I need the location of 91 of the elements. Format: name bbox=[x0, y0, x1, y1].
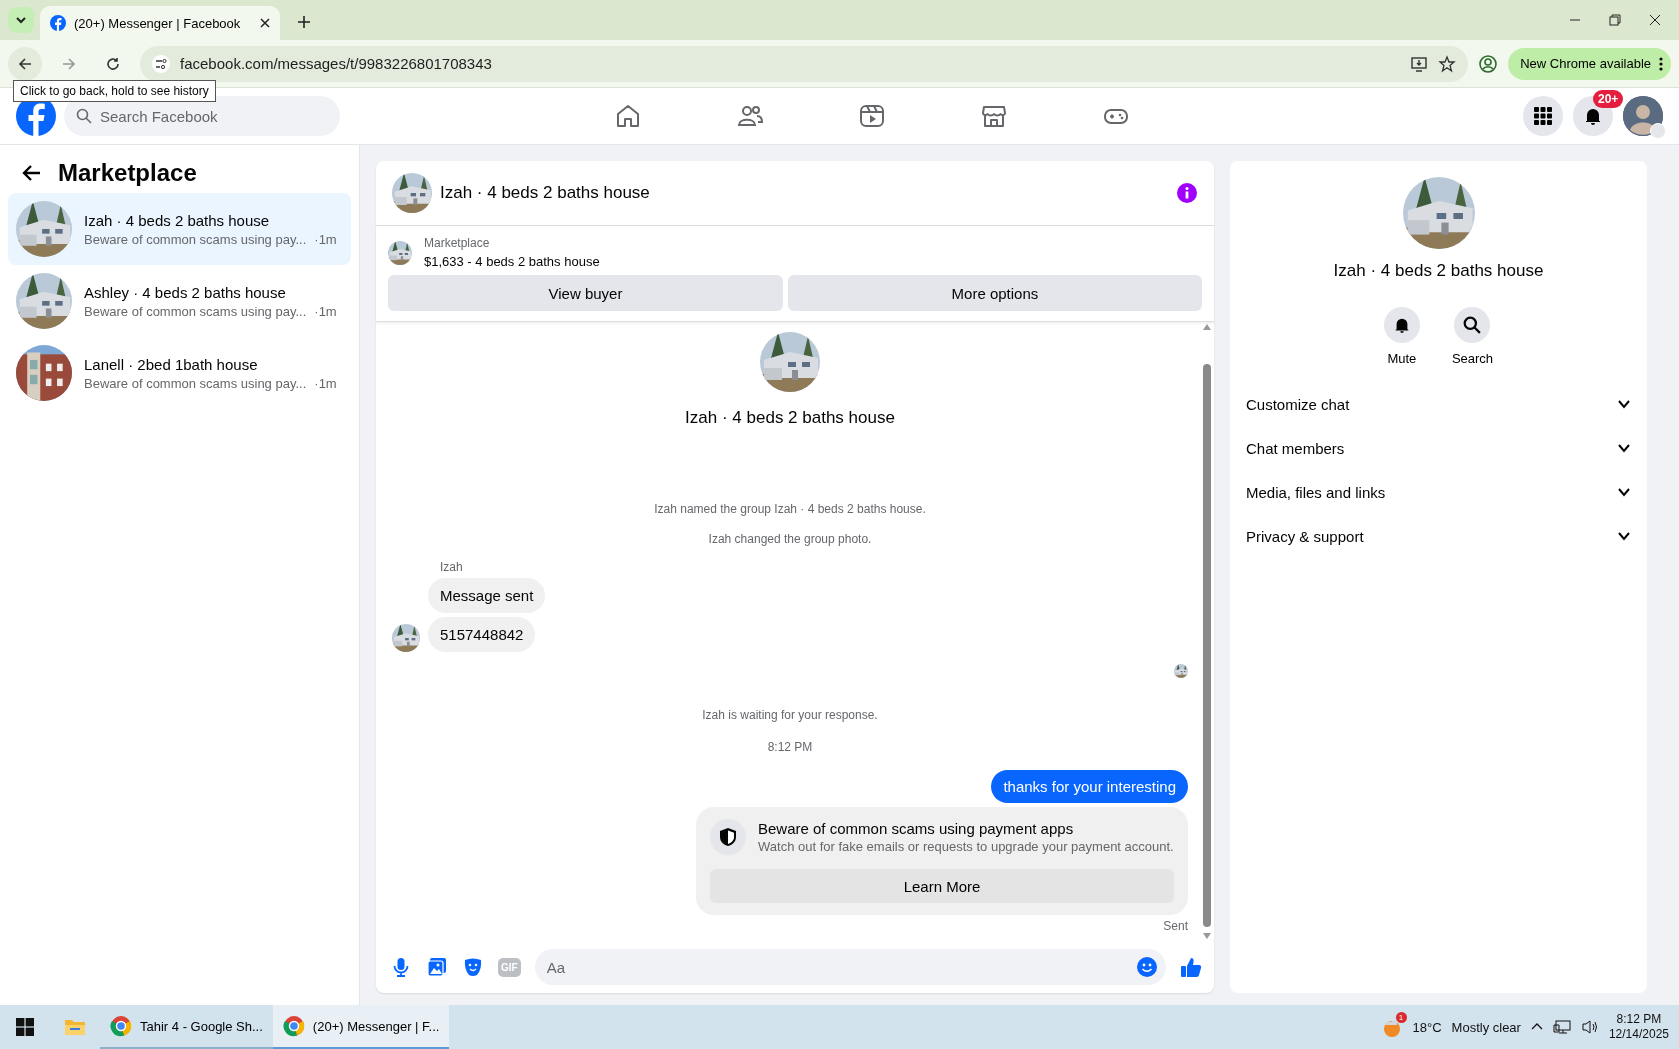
close-icon[interactable] bbox=[260, 18, 270, 28]
address-bar[interactable]: facebook.com/messages/t/9983226801708343 bbox=[140, 45, 1469, 82]
message-preview: Beware of common scams using pay... bbox=[84, 231, 307, 247]
listing-button[interactable]: View buyer bbox=[388, 275, 783, 311]
taskbar-app[interactable]: Tahir 4 - Google Sh... bbox=[100, 1005, 273, 1049]
windows-start-icon[interactable] bbox=[16, 1018, 34, 1036]
listing-title: $1,633 - 4 beds 2 baths house bbox=[424, 254, 600, 269]
more-icon bbox=[1659, 56, 1663, 71]
restore-icon[interactable] bbox=[1609, 14, 1621, 26]
facebook-logo-icon bbox=[50, 15, 66, 31]
conversation-item[interactable]: Izah · 4 beds 2 baths house Beware of common scams using pay... ·1m bbox=[8, 193, 351, 265]
outgoing-message: thanks for your interesting bbox=[991, 770, 1188, 803]
back-arrow-icon bbox=[17, 55, 33, 72]
system-message: Izah changed the group photo. bbox=[707, 532, 873, 546]
photo-icon[interactable] bbox=[426, 956, 448, 978]
conversation-title: Izah · 4 beds 2 baths house bbox=[1333, 261, 1544, 281]
install-app-icon[interactable] bbox=[1410, 54, 1429, 73]
folder-icon[interactable] bbox=[64, 1017, 86, 1037]
shield-icon bbox=[719, 827, 737, 847]
group-name: Izah · 4 beds 2 baths house bbox=[685, 408, 895, 428]
clock-time: 8:12 PM bbox=[1615, 1012, 1663, 1027]
profile-icon[interactable] bbox=[1478, 53, 1499, 74]
section-header[interactable]: Privacy & support bbox=[1246, 514, 1631, 558]
reload-icon bbox=[105, 55, 121, 72]
chrome-icon bbox=[110, 1015, 132, 1037]
scroll-down-icon[interactable] bbox=[1203, 933, 1211, 939]
chrome-icon bbox=[282, 1015, 305, 1037]
taskbar-app[interactable]: (20+) Messenger | F... bbox=[272, 1005, 450, 1049]
browser-tab[interactable]: (20+) Messenger | Facebook bbox=[40, 6, 280, 40]
conversation-item[interactable]: Lanell · 2bed 1bath house Beware of common scams using pay... ·1m bbox=[8, 337, 351, 409]
weather-badge: 1 bbox=[1395, 1012, 1407, 1023]
bookmark-star-icon[interactable] bbox=[1438, 54, 1457, 73]
tooltip: Click to go back, hold to see history bbox=[13, 80, 216, 102]
section-header[interactable]: Customize chat bbox=[1246, 382, 1631, 426]
section-header[interactable]: Chat members bbox=[1246, 426, 1631, 470]
section-header[interactable]: Media, files and links bbox=[1246, 470, 1631, 514]
scroll-up-icon[interactable] bbox=[1203, 324, 1211, 330]
emoji-icon[interactable] bbox=[1136, 956, 1158, 978]
bell-icon bbox=[1583, 106, 1603, 126]
site-settings-icon[interactable] bbox=[152, 54, 170, 73]
tab-search-button[interactable] bbox=[8, 7, 34, 33]
scrollbar[interactable] bbox=[1200, 322, 1214, 941]
menu-button[interactable] bbox=[1523, 96, 1563, 136]
warning-title: Beware of common scams using payment apps bbox=[758, 820, 1075, 837]
conversation-name: Ashley · 4 beds 2 baths house bbox=[84, 283, 287, 301]
temperature: 18°C bbox=[1412, 1019, 1442, 1035]
profile-avatar[interactable] bbox=[1623, 96, 1663, 136]
message-time: ·1m bbox=[314, 375, 337, 391]
message-time: ·1m bbox=[314, 231, 337, 247]
video-icon[interactable] bbox=[858, 103, 885, 129]
conversation-name: Izah · 4 beds 2 baths house bbox=[84, 211, 271, 229]
incoming-message: Message sent bbox=[428, 578, 546, 613]
search-icon bbox=[1463, 316, 1482, 334]
listing-source: Marketplace bbox=[424, 236, 491, 250]
store-icon[interactable] bbox=[980, 103, 1007, 129]
conversation-name: Lanell · 2bed 1bath house bbox=[84, 355, 259, 373]
friends-icon[interactable] bbox=[736, 103, 763, 129]
update-button[interactable]: New Chrome available bbox=[1508, 47, 1671, 80]
message-preview: Beware of common scams using pay... bbox=[84, 303, 307, 319]
learn-more-button[interactable]: Learn More bbox=[710, 869, 1174, 903]
network-icon[interactable] bbox=[1552, 1019, 1571, 1035]
close-icon[interactable] bbox=[1649, 14, 1661, 26]
delivery-status: Sent bbox=[1163, 919, 1188, 933]
grid-icon bbox=[1534, 107, 1552, 125]
message-field[interactable]: Aa bbox=[534, 949, 1166, 985]
sidebar-title: Marketplace bbox=[58, 159, 197, 187]
home-icon[interactable] bbox=[614, 103, 641, 129]
forward-arrow-icon bbox=[61, 55, 77, 72]
timestamp: 8:12 PM bbox=[766, 740, 814, 754]
conversation-item[interactable]: Ashley · 4 beds 2 baths house Beware of common scams using pay... ·1m bbox=[8, 265, 351, 337]
back-arrow-icon[interactable] bbox=[22, 163, 42, 183]
sender-name: Izah bbox=[440, 560, 464, 574]
clock-date: 12/14/2025 bbox=[1608, 1027, 1669, 1042]
back-button[interactable] bbox=[8, 46, 42, 81]
warning-text: Watch out for fake emails or requests to upgrade your payment account. bbox=[758, 839, 1174, 854]
sticker-icon[interactable] bbox=[462, 956, 484, 978]
avatar-icon bbox=[1623, 96, 1663, 136]
thumbs-up-icon[interactable] bbox=[1180, 956, 1202, 978]
volume-icon[interactable] bbox=[1580, 1019, 1599, 1035]
message-preview: Beware of common scams using pay... bbox=[84, 375, 307, 391]
system-message: Izah is waiting for your response. bbox=[701, 708, 879, 722]
chat-title: Izah · 4 beds 2 baths house bbox=[440, 183, 651, 203]
system-message: Izah named the group Izah · 4 beds 2 baths house. bbox=[653, 502, 927, 516]
info-icon[interactable] bbox=[1176, 182, 1198, 204]
message-time: ·1m bbox=[314, 303, 337, 319]
listing-button[interactable]: More options bbox=[787, 275, 1202, 311]
weather-text: Mostly clear bbox=[1451, 1019, 1521, 1035]
chevron-icon bbox=[15, 14, 27, 26]
notification-badge: 20+ bbox=[1593, 90, 1624, 108]
search-icon bbox=[76, 108, 92, 124]
incoming-message: 5157448842 bbox=[428, 617, 536, 652]
